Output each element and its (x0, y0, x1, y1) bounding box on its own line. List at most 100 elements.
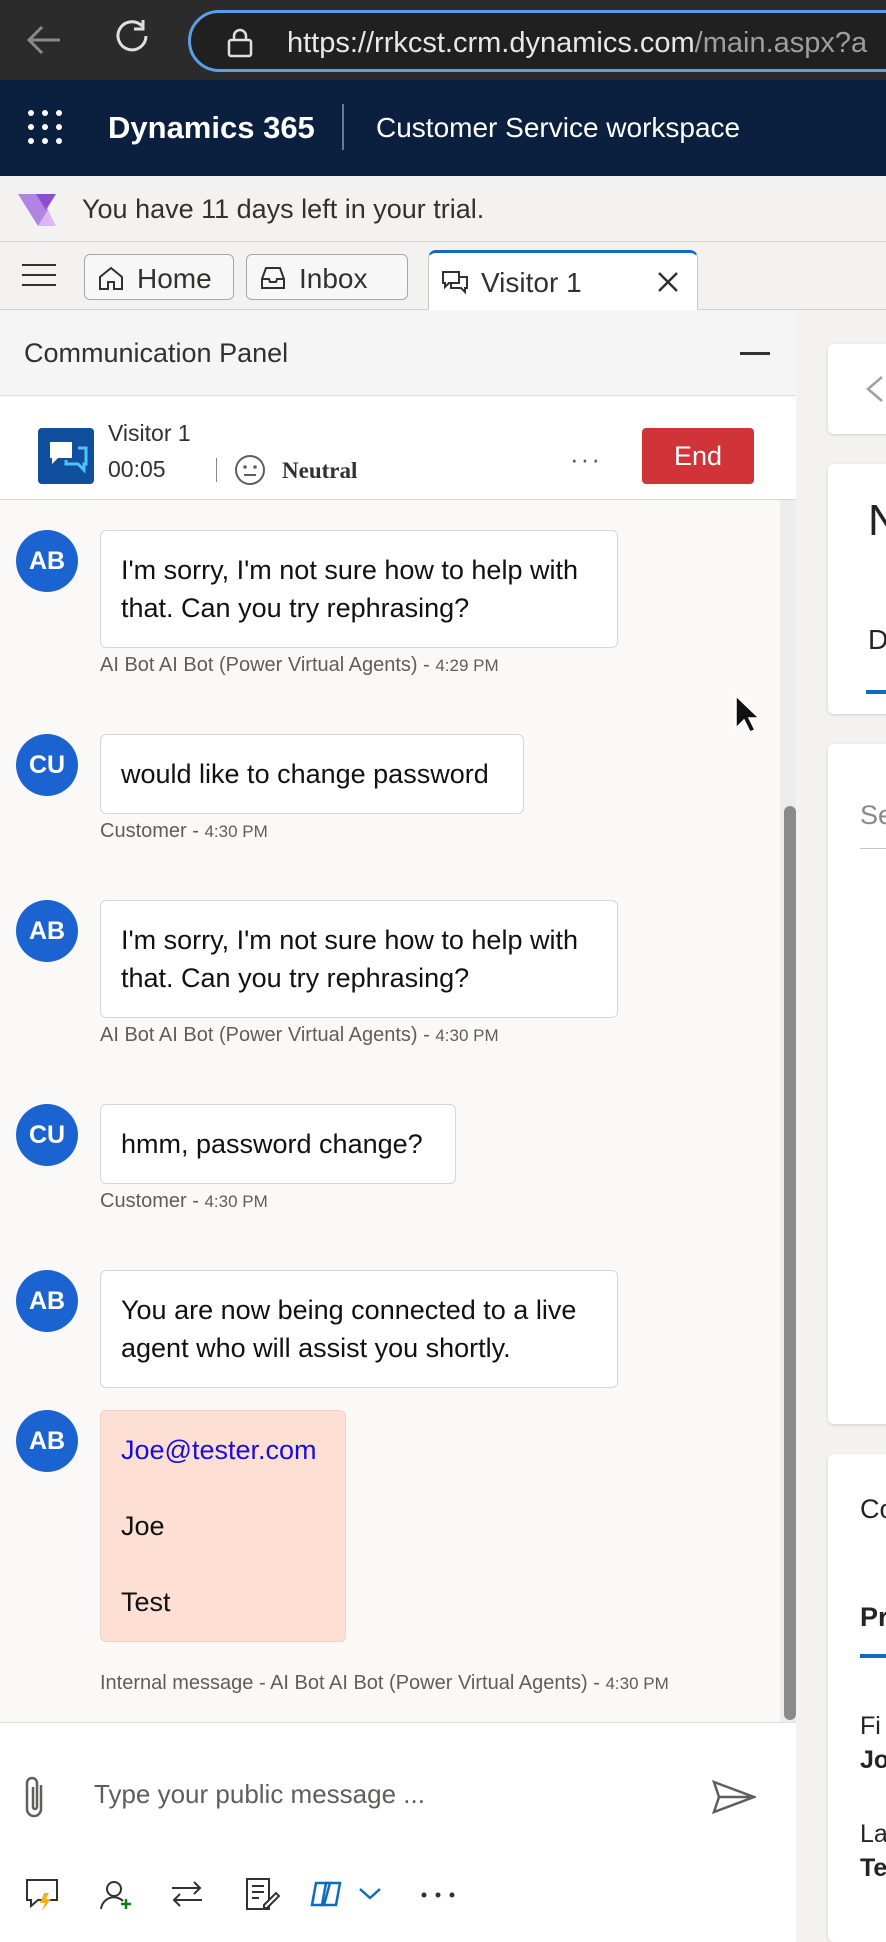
message-meta: Customer - 4:30 PM (100, 820, 268, 843)
customer-last-name: Test (121, 1587, 171, 1617)
message-sender: AI Bot AI Bot (Power Virtual Agents) - (100, 1024, 436, 1046)
back-arrow-icon[interactable] (862, 374, 886, 404)
internal-message-bubble: Joe@tester.com Joe Test (100, 1410, 346, 1642)
message-bubble: I'm sorry, I'm not sure how to help with… (100, 900, 618, 1018)
url-path: /main.aspx?a (694, 27, 868, 59)
end-conversation-button[interactable]: End (642, 428, 754, 484)
avatar: CU (16, 1104, 78, 1166)
message-sender: Customer - (100, 820, 205, 842)
message-sender: AI Bot AI Bot (Power Virtual Agents) - (100, 654, 436, 676)
app-header: Dynamics 365 Customer Service workspace (0, 80, 886, 176)
transfer-icon[interactable] (168, 1875, 206, 1913)
avatar: AB (16, 1410, 78, 1472)
message-line: that. Can you try rephrasing? (121, 963, 470, 993)
right-letter: Jo (860, 1746, 886, 1774)
message-line: hmm, password change? (121, 1129, 423, 1159)
active-tab-underline (860, 1654, 886, 1658)
trial-banner: You have 11 days left in your trial. (0, 176, 886, 242)
chevron-down-icon[interactable] (358, 1883, 382, 1903)
customer-first-name: Joe (121, 1511, 165, 1541)
tab-label: Home (137, 263, 212, 294)
close-icon[interactable] (655, 269, 681, 295)
conversation-chat-icon (38, 428, 94, 484)
right-letter: Te (860, 1854, 886, 1882)
avatar: AB (16, 900, 78, 962)
message-line: agent who will assist you shortly. (121, 1333, 511, 1363)
message-sender: Internal message - AI Bot AI Bot (Power … (100, 1672, 606, 1694)
active-tab-underline (866, 690, 886, 694)
avatar: CU (16, 734, 78, 796)
reload-icon[interactable] (110, 16, 156, 62)
message-time: 4:30 PM (204, 822, 268, 841)
send-icon[interactable] (712, 1779, 756, 1815)
message-meta: AI Bot AI Bot (Power Virtual Agents) - 4… (100, 654, 499, 677)
message-bubble: would like to change password (100, 734, 524, 814)
message-line: I'm sorry, I'm not sure how to help with (121, 555, 578, 585)
tab-visitor-1[interactable]: Visitor 1 (428, 250, 698, 312)
right-card-nav (828, 344, 886, 434)
address-bar[interactable]: https://rrkcst.crm.dynamics.com/main.asp… (188, 10, 886, 72)
right-letter: La (860, 1820, 886, 1848)
quick-replies-icon[interactable] (24, 1875, 62, 1913)
notes-icon[interactable] (242, 1875, 280, 1913)
message-time: 4:30 PM (605, 1674, 669, 1693)
session-tab-bar: Home Inbox Visitor 1 (0, 242, 886, 312)
lock-icon[interactable] (227, 28, 253, 58)
communication-panel: Communication Panel Visitor 1 00:05 Neut… (0, 310, 796, 1942)
right-card-search: Se (828, 744, 886, 1817)
sentiment-label: Neutral (282, 458, 358, 483)
home-icon (99, 266, 123, 290)
copilot-icon[interactable] (308, 1875, 346, 1913)
mouse-cursor-icon (735, 694, 760, 733)
search-underline (860, 848, 886, 849)
scrollbar-thumb[interactable] (784, 806, 796, 1720)
message-bubble: hmm, password change? (100, 1104, 456, 1184)
right-card-header: N D (828, 464, 886, 714)
message-meta: Customer - 4:30 PM (100, 1190, 268, 1213)
header-divider (342, 104, 344, 150)
chat-icon (442, 271, 468, 295)
message-line: that. Can you try rephrasing? (121, 593, 470, 623)
inbox-icon (261, 267, 285, 289)
avatar: AB (16, 530, 78, 592)
message-time: 4:30 PM (435, 1026, 499, 1045)
conversation-timer: 00:05 (108, 456, 166, 482)
right-letter: Pr (860, 1602, 886, 1632)
right-letter: Se (860, 800, 886, 830)
panel-title: Communication Panel (24, 338, 289, 368)
message-line: You are now being connected to a live (121, 1295, 577, 1325)
conversation-header: Visitor 1 00:05 Neutral ··· End (0, 396, 796, 500)
tab-inbox[interactable]: Inbox (246, 254, 408, 300)
right-letter: Fi (860, 1712, 881, 1740)
url-domain: https://rrkcst.crm.dynamics.com (287, 27, 695, 59)
app-title[interactable]: Dynamics 365 (108, 110, 315, 146)
url-text: https://rrkcst.crm.dynamics.com/main.asp… (287, 27, 867, 60)
attachment-icon[interactable] (20, 1773, 50, 1823)
more-tools-icon[interactable] (418, 1875, 458, 1913)
hamburger-menu-icon[interactable] (22, 264, 56, 286)
tab-home[interactable]: Home (84, 254, 234, 300)
power-apps-icon (18, 194, 56, 226)
app-subtitle: Customer Service workspace (376, 112, 741, 143)
message-sender: Customer - (100, 1190, 205, 1212)
message-line: I'm sorry, I'm not sure how to help with (121, 925, 578, 955)
message-composer (0, 1722, 796, 1942)
message-bubble: You are now being connected to a live ag… (100, 1270, 618, 1388)
right-letter: D (868, 624, 886, 655)
message-meta: Internal message - AI Bot AI Bot (Power … (100, 1672, 669, 1695)
conversation-divider (216, 458, 217, 482)
panel-header: Communication Panel (0, 310, 796, 396)
right-letter: Co (860, 1494, 886, 1524)
message-input[interactable] (92, 1769, 672, 1819)
neutral-face-icon (235, 455, 265, 485)
more-options-icon[interactable]: ··· (570, 444, 602, 475)
app-launcher-icon[interactable] (28, 110, 62, 144)
right-card-customer: Co Pr Fi Jo La Te (828, 1454, 886, 1942)
message-time: 4:29 PM (435, 656, 499, 675)
right-pane: N D Se Co Pr Fi Jo La Te (796, 310, 886, 1942)
back-arrow-icon[interactable] (22, 18, 66, 62)
customer-email-link[interactable]: Joe@tester.com (121, 1431, 325, 1469)
consult-icon[interactable] (96, 1875, 134, 1913)
message-meta: AI Bot AI Bot (Power Virtual Agents) - 4… (100, 1024, 499, 1047)
minimize-icon[interactable] (740, 352, 770, 355)
